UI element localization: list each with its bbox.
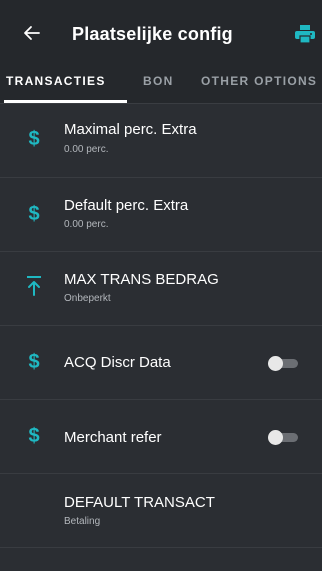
dollar-icon: $ [28, 127, 40, 150]
setting-label: Default perc. Extra [64, 197, 189, 214]
arrow-left-icon[interactable] [22, 23, 42, 43]
setting-label: Maximal perc. Extra [64, 121, 197, 138]
setting-label: DEFAULT TRANSACT [64, 494, 215, 511]
setting-row-merchant-refer[interactable]: $ Merchant refer [0, 400, 322, 474]
page-title: Plaatselijke config [72, 24, 233, 44]
setting-label: ACQ Discr Data [64, 354, 171, 371]
app-bar: Plaatselijke config [0, 0, 322, 67]
setting-value: Onbeperkt [64, 293, 111, 304]
setting-row-acq-discr-data[interactable]: $ ACQ Discr Data [0, 326, 322, 400]
setting-value: 0.00 perc. [64, 144, 109, 155]
setting-value: 0.00 perc. [64, 219, 109, 230]
tab-bar: TRANSACTIES BON OTHER OPTIONS [0, 67, 322, 104]
setting-row-default-transact[interactable]: DEFAULT TRANSACT Betaling [0, 474, 322, 548]
toggle-knob [268, 430, 283, 445]
upload-limit-icon [27, 276, 41, 296]
tab-active-indicator [4, 100, 127, 103]
merchant-refer-toggle[interactable] [268, 430, 298, 445]
dollar-icon: $ [28, 424, 40, 447]
tab-transacties[interactable]: TRANSACTIES [6, 67, 106, 103]
printer-icon[interactable] [294, 24, 316, 44]
dollar-icon: $ [28, 350, 40, 373]
tab-bon[interactable]: BON [143, 67, 174, 103]
setting-row-default-perc-extra[interactable]: $ Default perc. Extra 0.00 perc. [0, 178, 322, 252]
setting-row-max-trans-bedrag[interactable]: MAX TRANS BEDRAG Onbeperkt [0, 252, 322, 326]
acq-discr-data-toggle[interactable] [268, 356, 298, 371]
setting-value: Betaling [64, 516, 101, 527]
setting-label: Merchant refer [64, 429, 162, 446]
setting-label: MAX TRANS BEDRAG [64, 271, 219, 288]
tab-other-options[interactable]: OTHER OPTIONS [201, 67, 317, 103]
dollar-icon: $ [28, 202, 40, 225]
setting-row-maximal-perc-extra[interactable]: $ Maximal perc. Extra 0.00 perc. [0, 104, 322, 178]
toggle-knob [268, 356, 283, 371]
